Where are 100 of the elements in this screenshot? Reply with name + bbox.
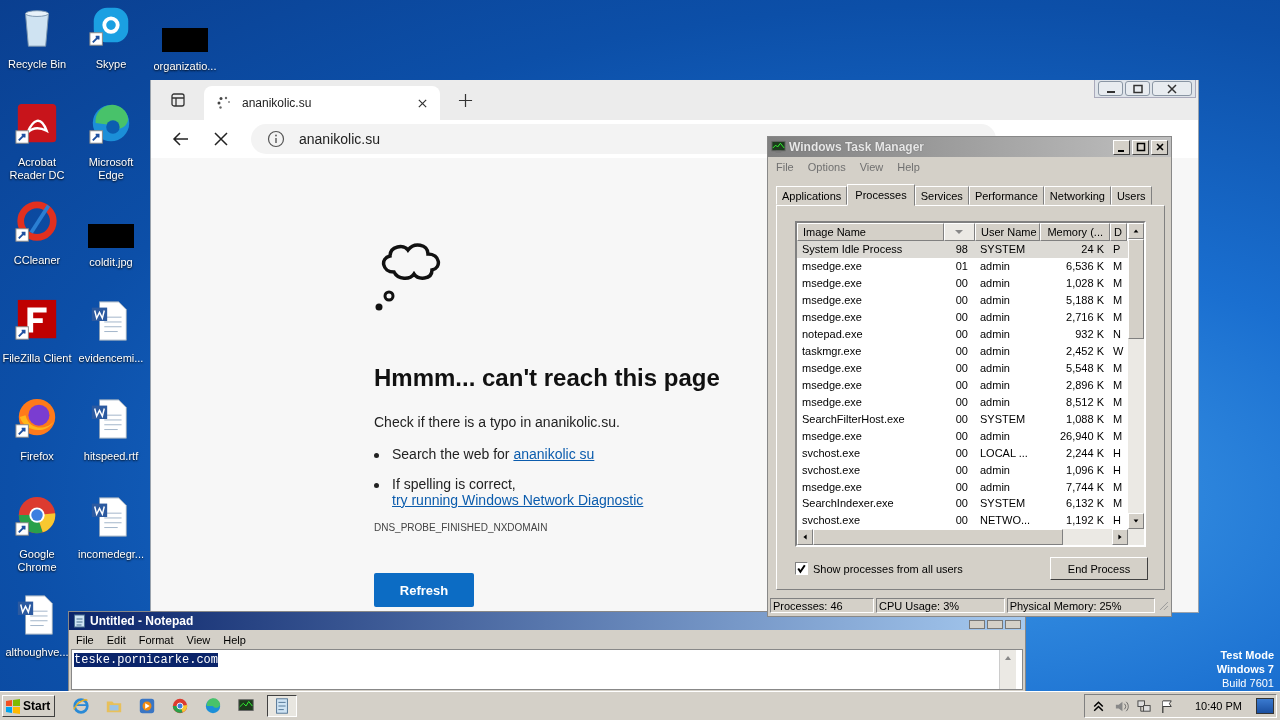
- network-icon[interactable]: [1136, 698, 1152, 714]
- checkbox[interactable]: [795, 562, 808, 575]
- icon-label[interactable]: Firefox: [20, 450, 54, 463]
- process-row[interactable]: SearchFilterHost.exe 00 SYSTEM 1,088 K M: [797, 410, 1128, 428]
- minimize-button[interactable]: [1098, 81, 1123, 96]
- process-row[interactable]: msedge.exe 00 admin 8,512 K M: [797, 393, 1128, 411]
- checkbox-label[interactable]: Show processes from all users: [813, 562, 963, 575]
- process-row[interactable]: notepad.exe 00 admin 932 K N: [797, 325, 1128, 343]
- icon-label[interactable]: evidencemi...: [78, 352, 144, 365]
- close-icon[interactable]: [417, 97, 428, 109]
- clock[interactable]: 10:40 PM: [1194, 700, 1242, 712]
- table-cell-text: 2,896 K: [1065, 378, 1105, 391]
- table-cell-text: 5,548 K: [1065, 361, 1105, 374]
- table-cell-text: 00: [954, 277, 969, 290]
- icon-label[interactable]: CCleaner: [13, 254, 61, 267]
- table-cell-text: 00: [954, 311, 969, 324]
- icon-label[interactable]: althoughve...: [5, 646, 69, 659]
- table-cell-text: 00: [954, 463, 969, 476]
- icon-label[interactable]: organizatio...: [153, 60, 217, 73]
- table-cell-text: SYSTEM: [979, 412, 1027, 425]
- table-cell-text: 00: [954, 345, 969, 358]
- resize-grip-icon[interactable]: [1157, 599, 1169, 611]
- column-header[interactable]: [944, 223, 975, 241]
- table-cell-text: 8,512 K: [1065, 395, 1105, 408]
- icon-label[interactable]: Google Chrome: [1, 548, 73, 574]
- icon-label[interactable]: coldit.jpg: [89, 256, 133, 269]
- tab[interactable]: Users: [1110, 186, 1152, 205]
- table-cell-text: admin: [979, 294, 1011, 307]
- menu-item[interactable]: Format: [138, 633, 174, 646]
- table-cell-text: W: [1112, 345, 1125, 358]
- process-row[interactable]: msedge.exe 00 admin 26,940 K M: [797, 427, 1128, 445]
- suggestion-link[interactable]: ananikolic su: [513, 446, 595, 462]
- table-cell-text: 00: [954, 294, 969, 307]
- tab[interactable]: Applications: [776, 186, 848, 205]
- menu-item[interactable]: File: [76, 633, 94, 646]
- close-button[interactable]: [1152, 81, 1192, 96]
- menu-item[interactable]: View: [186, 633, 211, 646]
- bullet-icon: [374, 453, 379, 458]
- icon-label[interactable]: FileZilla Client: [2, 352, 72, 365]
- play-icon: [138, 697, 157, 715]
- end-process-button[interactable]: End Process: [1050, 557, 1148, 580]
- icon-label[interactable]: Microsoft Edge: [75, 156, 147, 182]
- column-header[interactable]: Image Name: [797, 223, 944, 241]
- process-row[interactable]: msedge.exe 01 admin 6,536 K M: [797, 257, 1128, 275]
- table-cell-text: msedge.exe: [801, 260, 863, 273]
- browser-tab[interactable]: ananikolic.su: [204, 86, 440, 120]
- suggestion-link[interactable]: try running Windows Network Diagnostic: [392, 492, 644, 508]
- icon-label[interactable]: Recycle Bin: [7, 58, 67, 71]
- tab[interactable]: Processes: [847, 184, 915, 206]
- up-arrow-icon[interactable]: [1132, 227, 1140, 235]
- process-row[interactable]: msedge.exe 00 admin 5,548 K M: [797, 359, 1128, 377]
- flag-icon[interactable]: [1159, 698, 1175, 714]
- column-header[interactable]: User Name: [975, 223, 1040, 241]
- redacted-block: [88, 224, 134, 248]
- taskbar-button[interactable]: [267, 695, 298, 717]
- column-header[interactable]: D: [1110, 223, 1127, 241]
- down-arrow-icon[interactable]: [1132, 517, 1140, 525]
- table-cell-text: M: [1112, 260, 1124, 273]
- table-cell-text: SYSTEM: [979, 497, 1027, 510]
- sidebar-icon[interactable]: [170, 92, 186, 108]
- process-row[interactable]: svchost.exe 00 LOCAL ... 2,244 K H: [797, 444, 1128, 462]
- process-row[interactable]: msedge.exe 00 admin 7,744 K M: [797, 478, 1128, 495]
- tab[interactable]: Services: [914, 186, 969, 205]
- table-cell-text: 24 K: [1080, 243, 1105, 256]
- new-tab-icon[interactable]: [458, 92, 473, 108]
- left-arrow-icon[interactable]: [801, 533, 809, 541]
- vertical-scrollbar[interactable]: [1128, 223, 1144, 545]
- table-cell-text: svchost.exe: [801, 514, 862, 527]
- refresh-button[interactable]: Refresh: [374, 573, 474, 607]
- icon-label[interactable]: hitspeed.rtf: [83, 450, 139, 463]
- process-row[interactable]: svchost.exe 00 admin 1,096 K H: [797, 461, 1128, 479]
- start-button[interactable]: Start: [2, 695, 56, 717]
- table-cell-text: svchost.exe: [801, 446, 862, 459]
- menu-item[interactable]: Help: [223, 633, 246, 646]
- table-cell-text: P: [1112, 243, 1122, 256]
- process-row[interactable]: msedge.exe 00 admin 1,028 K M: [797, 274, 1128, 292]
- text-area[interactable]: teske.pornicarke.com: [71, 649, 1023, 690]
- process-row[interactable]: taskmgr.exe 00 admin 2,452 K W: [797, 342, 1128, 360]
- process-row[interactable]: msedge.exe 00 admin 2,896 K M: [797, 376, 1128, 394]
- right-arrow-icon[interactable]: [1116, 533, 1124, 541]
- icon-label[interactable]: incomedegr...: [77, 548, 144, 561]
- table-cell-text: msedge.exe: [801, 480, 863, 493]
- info-icon[interactable]: [267, 130, 285, 148]
- scrollbar[interactable]: [999, 650, 1016, 689]
- show-desktop-button[interactable]: [1256, 698, 1274, 714]
- table-cell-text: msedge.exe: [801, 311, 863, 324]
- tab[interactable]: Networking: [1043, 186, 1111, 205]
- menu-item[interactable]: Edit: [106, 633, 126, 646]
- process-row[interactable]: msedge.exe 00 admin 2,716 K M: [797, 308, 1128, 326]
- restore-button[interactable]: [1125, 81, 1150, 96]
- column-header[interactable]: Memory (...: [1040, 223, 1110, 241]
- process-row[interactable]: SearchIndexer.exe 00 SYSTEM 6,132 K M: [797, 495, 1128, 512]
- process-row[interactable]: svchost.exe 00 NETWO... 1,192 K H: [797, 511, 1128, 529]
- icon-label[interactable]: Skype: [95, 58, 127, 71]
- table-cell-text: M: [1112, 277, 1124, 290]
- table-cell-text: 2,244 K: [1065, 446, 1105, 459]
- horizontal-scrollbar[interactable]: [797, 529, 1128, 545]
- process-row[interactable]: msedge.exe 00 admin 5,188 K M: [797, 291, 1128, 309]
- icon-label[interactable]: Acrobat Reader DC: [1, 156, 73, 182]
- tab[interactable]: Performance: [968, 186, 1044, 205]
